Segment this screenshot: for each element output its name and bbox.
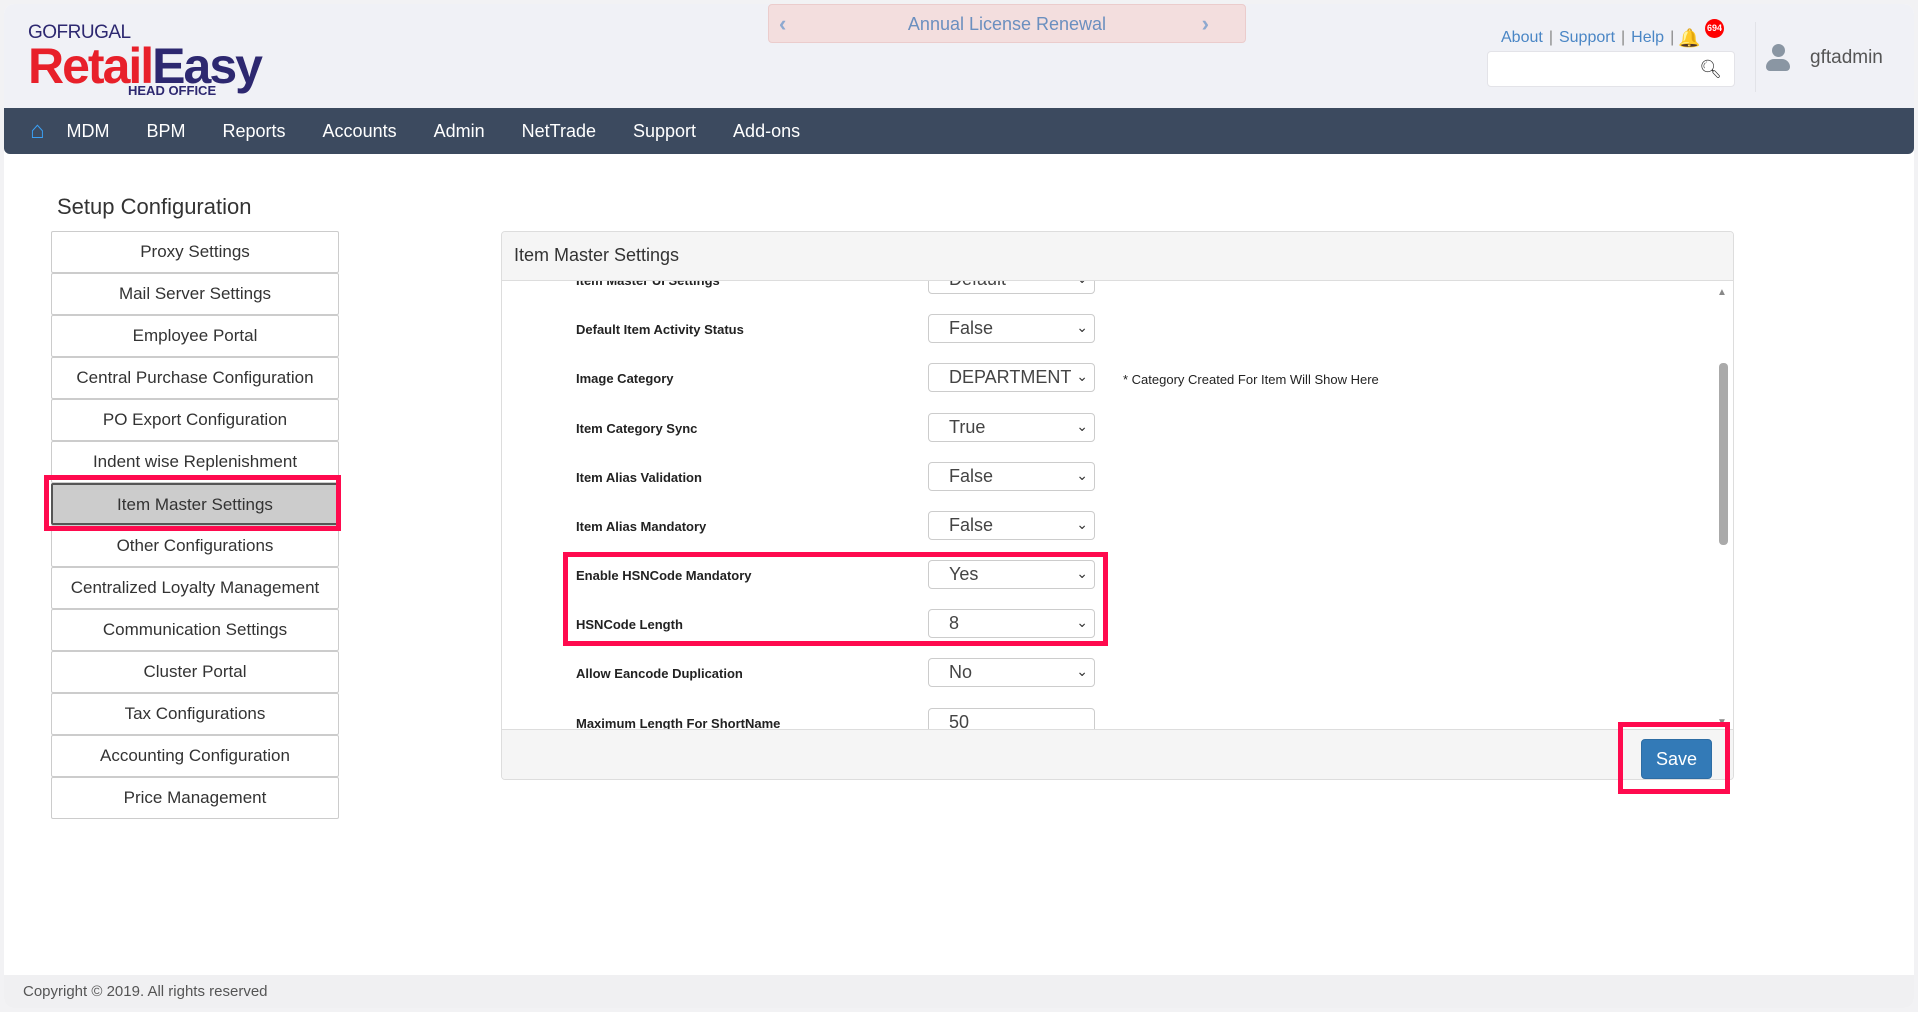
page: GOFRUGAL RetailEasy HEAD OFFICE ‹ Annual… — [4, 4, 1914, 1008]
setting-note: * Category Created For Item Will Show He… — [1123, 372, 1379, 387]
panel-title: Item Master Settings — [502, 232, 1733, 281]
username: gftadmin — [1810, 47, 1883, 69]
nav-nettrade[interactable]: NetTrade — [522, 121, 596, 142]
highlight-box — [44, 475, 341, 531]
sidebar-item-loyalty-management[interactable]: Centralized Loyalty Management — [51, 567, 339, 609]
setting-row: Item Alias Mandatory False ⌄ — [502, 511, 1733, 541]
setting-value: False — [949, 515, 994, 535]
header: GOFRUGAL RetailEasy HEAD OFFICE ‹ Annual… — [4, 4, 1914, 108]
setting-label: Default Item Activity Status — [576, 322, 744, 337]
chevron-down-icon: ⌄ — [1076, 281, 1088, 287]
setting-value: False — [949, 318, 994, 338]
divider: | — [1670, 29, 1675, 46]
top-links: About | Support | Help | — [1501, 29, 1680, 47]
setting-value: False — [949, 466, 994, 486]
setting-label: Item Alias Mandatory — [576, 519, 707, 534]
setting-label: Item Category Sync — [576, 421, 698, 436]
help-link[interactable]: Help — [1631, 29, 1664, 46]
highlight-box — [1618, 722, 1730, 794]
setting-row: Image Category DEPARTMENT ⌄ * Category Crea… — [502, 363, 1733, 393]
setting-select[interactable]: Default ⌄ — [928, 281, 1095, 294]
setting-input[interactable]: 50 — [928, 708, 1095, 731]
sidebar-item-other-configurations[interactable]: Other Configurations — [51, 525, 339, 567]
setting-label: Allow Eancode Duplication — [576, 666, 743, 681]
sidebar-item-cluster-portal[interactable]: Cluster Portal — [51, 651, 339, 693]
home-icon[interactable]: ⌂ — [30, 117, 45, 145]
highlight-box — [563, 552, 1108, 646]
chevron-down-icon: ⌄ — [1076, 467, 1088, 483]
setting-select[interactable]: No ⌄ — [928, 658, 1095, 687]
sidebar-item-accounting-configuration[interactable]: Accounting Configuration — [51, 735, 339, 777]
user-avatar-icon — [1766, 44, 1790, 72]
chevron-down-icon: ⌄ — [1076, 516, 1088, 532]
sidebar-item-price-management[interactable]: Price Management — [51, 777, 339, 819]
sidebar-item-central-purchase[interactable]: Central Purchase Configuration — [51, 357, 339, 399]
setting-select[interactable]: False ⌄ — [928, 462, 1095, 491]
scroll-up-icon[interactable]: ▲ — [1717, 287, 1727, 298]
chevron-down-icon: ⌄ — [1076, 319, 1088, 335]
notification-badge: 694 — [1705, 19, 1724, 38]
main-nav: ⌂ MDM BPM Reports Accounts Admin NetTrad… — [4, 108, 1914, 154]
setting-row: Allow Eancode Duplication No ⌄ — [502, 658, 1733, 688]
banner-text[interactable]: Annual License Renewal — [908, 14, 1106, 34]
sidebar-item-communication-settings[interactable]: Communication Settings — [51, 609, 339, 651]
sidebar-item-employee-portal[interactable]: Employee Portal — [51, 315, 339, 357]
nav-mdm[interactable]: MDM — [67, 121, 110, 142]
search-input[interactable] — [1496, 52, 1696, 84]
search-box[interactable]: 🔍︎ — [1487, 51, 1735, 87]
setting-label: Image Category — [576, 371, 674, 386]
bell-icon[interactable]: 🔔 — [1678, 28, 1700, 49]
setting-value: DEPARTMENT — [949, 367, 1072, 387]
setting-select[interactable]: False ⌄ — [928, 511, 1095, 540]
nav-bpm[interactable]: BPM — [147, 121, 186, 142]
setting-row: Default Item Activity Status False ⌄ — [502, 314, 1733, 344]
chevron-down-icon: ⌄ — [1076, 368, 1088, 384]
setting-select[interactable]: True ⌄ — [928, 413, 1095, 442]
support-link[interactable]: Support — [1559, 29, 1615, 46]
about-link[interactable]: About — [1501, 29, 1543, 46]
settings-form: Item Master UI SettingsDefault⌄Default I… — [502, 281, 1733, 731]
divider — [1755, 22, 1756, 92]
setting-value: No — [949, 662, 973, 682]
chevron-right-icon[interactable]: › — [1202, 5, 1209, 43]
setting-row: Item Alias Validation False ⌄ — [502, 462, 1733, 492]
chevron-down-icon: ⌄ — [1076, 663, 1088, 679]
copyright: Copyright © 2019. All rights reserved — [23, 983, 268, 1000]
logo-sub: HEAD OFFICE — [128, 83, 217, 98]
sidebar-item-proxy-settings[interactable]: Proxy Settings — [51, 231, 339, 273]
search-icon[interactable]: 🔍︎ — [1699, 59, 1722, 80]
setting-label: Item Master UI Settings — [576, 281, 720, 288]
sidebar-item-tax-configurations[interactable]: Tax Configurations — [51, 693, 339, 735]
nav-reports[interactable]: Reports — [223, 121, 286, 142]
nav-admin[interactable]: Admin — [434, 121, 485, 142]
divider: | — [1621, 29, 1626, 46]
license-banner[interactable]: ‹ Annual License Renewal › — [768, 4, 1246, 43]
setting-row: Item Category Sync True ⌄ — [502, 413, 1733, 443]
user-menu[interactable]: gftadmin — [1766, 44, 1883, 72]
divider: | — [1548, 29, 1553, 46]
setting-row: Item Master UI Settings Default ⌄ — [502, 281, 1733, 295]
nav-accounts[interactable]: Accounts — [323, 121, 397, 142]
setting-select[interactable]: DEPARTMENT ⌄ — [928, 363, 1095, 392]
setting-value: True — [949, 417, 986, 437]
scrollbar[interactable]: ▲ ▼ — [1717, 281, 1729, 731]
chevron-left-icon[interactable]: ‹ — [779, 5, 786, 43]
sidebar-item-po-export[interactable]: PO Export Configuration — [51, 399, 339, 441]
chevron-down-icon: ⌄ — [1076, 418, 1088, 434]
panel-footer — [502, 729, 1733, 779]
logo[interactable]: GOFRUGAL RetailEasy HEAD OFFICE — [28, 22, 263, 98]
scrollbar-thumb[interactable] — [1719, 363, 1728, 545]
item-master-panel: Item Master Settings Item Master UI Sett… — [501, 231, 1734, 780]
setting-value: Default — [949, 281, 1006, 289]
setting-row: Maximum Length For ShortName 50 — [502, 708, 1733, 731]
nav-support[interactable]: Support — [633, 121, 696, 142]
footer: Copyright © 2019. All rights reserved — [4, 975, 1914, 1008]
sidebar-item-mail-server-settings[interactable]: Mail Server Settings — [51, 273, 339, 315]
nav-addons[interactable]: Add-ons — [733, 121, 800, 142]
setting-select[interactable]: False ⌄ — [928, 314, 1095, 343]
page-title: Setup Configuration — [57, 194, 252, 219]
setting-label: Item Alias Validation — [576, 470, 702, 485]
